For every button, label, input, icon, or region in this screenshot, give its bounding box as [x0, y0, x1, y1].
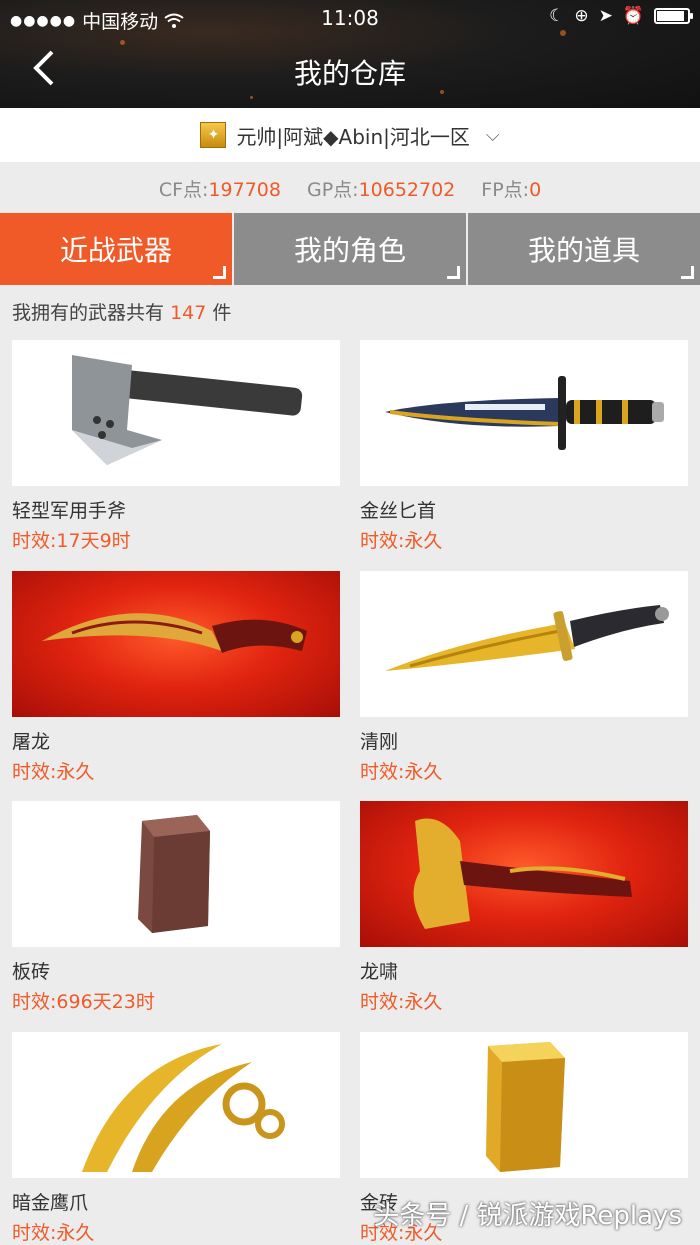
battery-icon — [654, 8, 693, 24]
rotation-lock-icon: ⊕ — [574, 6, 589, 26]
tab-my-characters[interactable]: 我的角色 — [232, 213, 466, 285]
item-card[interactable]: 屠龙 时效:永久 — [12, 571, 340, 784]
dragon-axe-image[interactable] — [360, 801, 688, 947]
item-name: 板砖 — [12, 961, 51, 983]
chevron-down-icon: ⌵ — [485, 124, 500, 146]
page-title: 我的仓库 — [293, 57, 406, 90]
item-validity: 时效:永久 — [360, 761, 443, 783]
item-card[interactable]: 清刚 时效:永久 — [360, 571, 688, 784]
item-validity: 时效:永久 — [12, 1222, 95, 1244]
tab-melee-weapons[interactable]: 近战武器 — [0, 213, 232, 285]
rank-badge-icon: ✦ — [200, 122, 227, 148]
weapon-count: 我拥有的武器共有 147 件 — [12, 302, 232, 324]
gold-knife-image[interactable] — [360, 571, 688, 717]
dragon-kukri-image[interactable] — [12, 571, 340, 717]
item-card[interactable]: 龙啸 时效:永久 — [360, 801, 688, 1014]
gp-points: GP点:10652702 — [306, 178, 456, 201]
location-icon: ➤ — [598, 6, 613, 26]
item-name: 清刚 — [360, 731, 399, 753]
item-card[interactable]: 轻型军用手斧 时效:17天9时 — [12, 340, 340, 553]
account-selector[interactable]: ✦ 元帅|阿斌◆Abin|河北一区 ⌵ — [0, 108, 700, 162]
header-bar: ●●●●● 中国移动 11:08 ☾ ⊕ ➤ ⏰ 我的仓库 — [0, 0, 700, 108]
brick-image[interactable] — [12, 801, 340, 947]
item-name: 金丝匕首 — [360, 500, 437, 522]
points-bar: CF点:197708 GP点:10652702 FP点:0 — [0, 164, 700, 212]
cf-points: CF点:197708 — [158, 178, 281, 201]
gold-dagger-image[interactable] — [360, 340, 688, 486]
item-name: 轻型军用手斧 — [12, 500, 127, 522]
status-bar: ●●●●● 中国移动 11:08 ☾ ⊕ ➤ ⏰ — [0, 0, 700, 36]
moon-icon: ☾ — [549, 6, 565, 26]
account-label: 元帅|阿斌◆Abin|河北一区 — [236, 124, 470, 149]
item-name: 龙啸 — [360, 961, 399, 983]
item-card[interactable]: 暗金鹰爪 时效:永久 — [12, 1032, 340, 1245]
alarm-icon: ⏰ — [622, 6, 644, 26]
item-validity: 时效:永久 — [12, 761, 95, 783]
item-card[interactable]: 板砖 时效:696天23时 — [12, 801, 340, 1014]
item-validity: 时效:永久 — [360, 991, 443, 1013]
tomahawk-image[interactable] — [12, 340, 340, 486]
watermark-text: 头条号 / 锐派游戏Replays — [373, 1201, 682, 1231]
category-tabs: 近战武器 我的角色 我的道具 — [0, 213, 700, 285]
item-validity: 时效:永久 — [360, 530, 443, 552]
gold-karambit-image[interactable] — [12, 1032, 340, 1178]
tab-my-items[interactable]: 我的道具 — [466, 213, 700, 285]
item-validity: 时效:17天9时 — [12, 530, 131, 552]
item-name: 屠龙 — [12, 731, 51, 753]
gold-brick-image[interactable] — [360, 1032, 688, 1178]
item-card[interactable]: 金丝匕首 时效:永久 — [360, 340, 688, 553]
fp-points: FP点:0 — [481, 178, 542, 201]
item-name: 暗金鹰爪 — [12, 1192, 89, 1214]
item-validity: 时效:696天23时 — [12, 991, 155, 1013]
